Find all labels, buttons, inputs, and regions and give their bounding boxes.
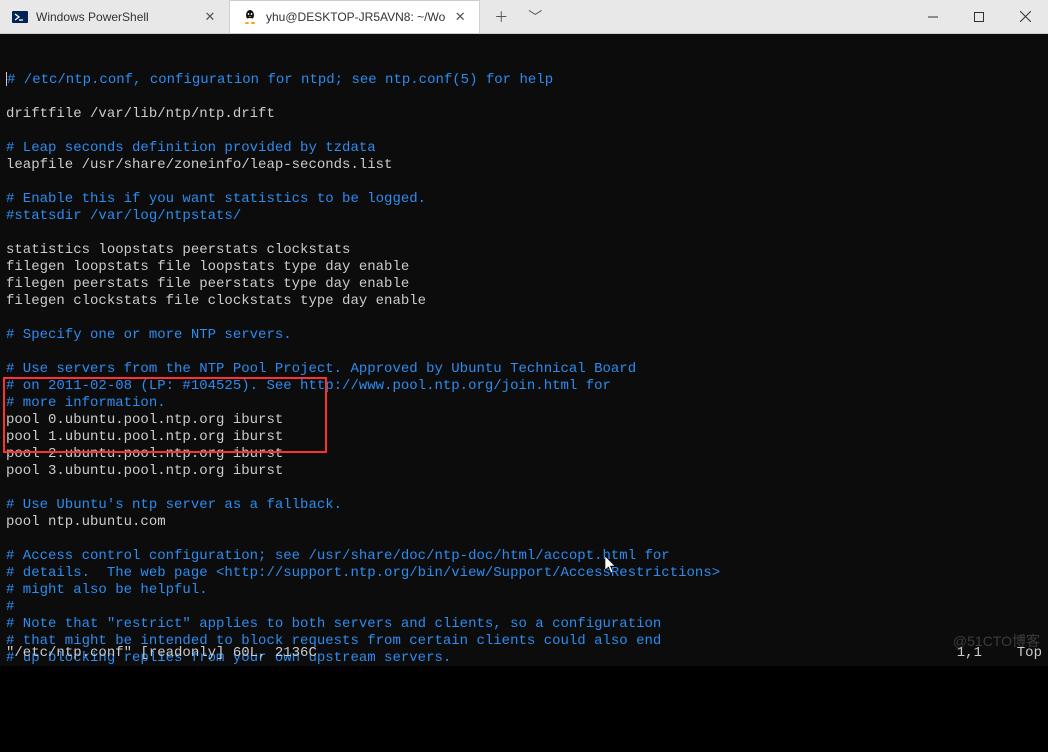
status-file: "/etc/ntp.conf" [readonly] 60L, 2136C xyxy=(6,645,902,662)
maximize-button[interactable] xyxy=(956,0,1002,33)
powershell-icon xyxy=(12,9,28,25)
terminal-line: pool 2.ubuntu.pool.ntp.org iburst xyxy=(6,446,1042,463)
terminal-line: #statsdir /var/log/ntpstats/ xyxy=(6,208,1042,225)
terminal-content: # /etc/ntp.conf, configuration for ntpd;… xyxy=(6,72,1042,667)
tab-title: yhu@DESKTOP-JR5AVN8: ~/Wo xyxy=(266,10,445,24)
close-icon[interactable]: ✕ xyxy=(203,10,217,24)
terminal-line xyxy=(6,310,1042,327)
terminal-line xyxy=(6,344,1042,361)
terminal-line: pool 3.ubuntu.pool.ntp.org iburst xyxy=(6,463,1042,480)
status-view: Top xyxy=(1002,645,1042,662)
new-tab-button[interactable]: ＋ xyxy=(486,2,516,32)
minimize-button[interactable] xyxy=(910,0,956,33)
terminal-line: filegen loopstats file loopstats type da… xyxy=(6,259,1042,276)
terminal-line: pool ntp.ubuntu.com xyxy=(6,514,1042,531)
terminal-line: # details. The web page <http://support.… xyxy=(6,565,1042,582)
tab-title: Windows PowerShell xyxy=(36,10,195,24)
terminal-line: # Specify one or more NTP servers. xyxy=(6,327,1042,344)
close-button[interactable] xyxy=(1002,0,1048,33)
terminal-line: # Access control configuration; see /usr… xyxy=(6,548,1042,565)
terminal-line xyxy=(6,531,1042,548)
status-position: 1,1 xyxy=(902,645,1002,662)
tab-linux-terminal[interactable]: yhu@DESKTOP-JR5AVN8: ~/Wo ✕ xyxy=(230,0,480,33)
terminal-line: # on 2011-02-08 (LP: #104525). See http:… xyxy=(6,378,1042,395)
tab-powershell[interactable]: Windows PowerShell ✕ xyxy=(0,0,230,33)
terminal-line: # Note that "restrict" applies to both s… xyxy=(6,616,1042,633)
terminal-line: # xyxy=(6,599,1042,616)
terminal-line: pool 1.ubuntu.pool.ntp.org iburst xyxy=(6,429,1042,446)
window-controls xyxy=(910,0,1048,33)
titlebar: Windows PowerShell ✕ yhu@DESKTOP-JR5AVN8… xyxy=(0,0,1048,34)
terminal-line xyxy=(6,89,1042,106)
terminal-line: filegen peerstats file peerstats type da… xyxy=(6,276,1042,293)
tab-dropdown-button[interactable]: ﹀ xyxy=(520,2,550,32)
terminal-line: driftfile /var/lib/ntp/ntp.drift xyxy=(6,106,1042,123)
tux-icon xyxy=(242,9,258,25)
tab-strip: Windows PowerShell ✕ yhu@DESKTOP-JR5AVN8… xyxy=(0,0,910,33)
vim-statusline: "/etc/ntp.conf" [readonly] 60L, 2136C 1,… xyxy=(6,645,1042,662)
terminal-line: # Leap seconds definition provided by tz… xyxy=(6,140,1042,157)
tab-actions: ＋ ﹀ xyxy=(480,0,556,33)
terminal-line: # Use Ubuntu's ntp server as a fallback. xyxy=(6,497,1042,514)
terminal-line: filegen clockstats file clockstats type … xyxy=(6,293,1042,310)
terminal-line xyxy=(6,225,1042,242)
terminal-line xyxy=(6,174,1042,191)
terminal-viewport[interactable]: # /etc/ntp.conf, configuration for ntpd;… xyxy=(0,34,1048,666)
close-icon[interactable]: ✕ xyxy=(453,10,467,24)
terminal-line: # might also be helpful. xyxy=(6,582,1042,599)
terminal-line: leapfile /usr/share/zoneinfo/leap-second… xyxy=(6,157,1042,174)
terminal-line: # Use servers from the NTP Pool Project.… xyxy=(6,361,1042,378)
terminal-line: # more information. xyxy=(6,395,1042,412)
terminal-line: statistics loopstats peerstats clockstat… xyxy=(6,242,1042,259)
terminal-line: pool 0.ubuntu.pool.ntp.org iburst xyxy=(6,412,1042,429)
terminal-line: # Enable this if you want statistics to … xyxy=(6,191,1042,208)
terminal-line xyxy=(6,480,1042,497)
terminal-line xyxy=(6,123,1042,140)
terminal-line: # /etc/ntp.conf, configuration for ntpd;… xyxy=(6,72,1042,89)
